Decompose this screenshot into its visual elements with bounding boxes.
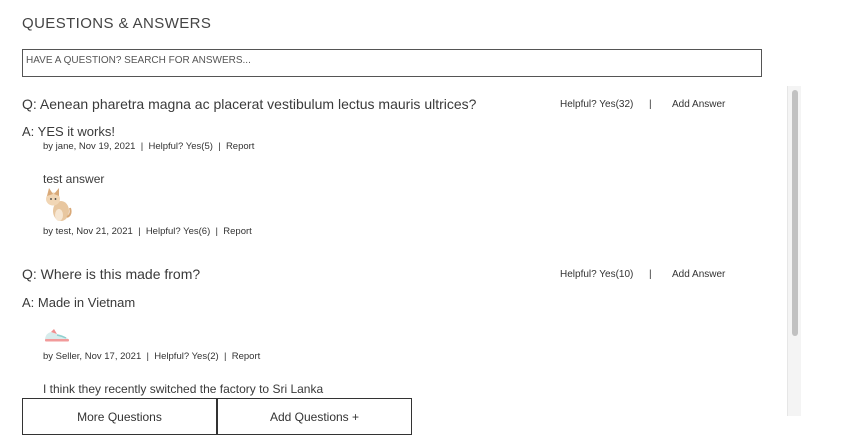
search-box[interactable] <box>22 49 762 80</box>
section-title: QUESTIONS & ANSWERS <box>22 15 212 32</box>
answer-author-date: by jane, Nov 19, 2021 <box>43 141 136 152</box>
question-helpful-button[interactable]: Helpful? Yes(10) <box>560 269 633 280</box>
meta-separator: | <box>215 226 218 237</box>
meta-separator: | <box>138 226 141 237</box>
action-separator: | <box>649 99 652 110</box>
question-row: Q: Aenean pharetra magna ac placerat ves… <box>22 96 792 116</box>
more-questions-button[interactable]: More Questions <box>22 398 217 435</box>
report-link[interactable]: Report <box>226 141 255 152</box>
answer-helpful-button[interactable]: Helpful? Yes(2) <box>154 351 218 362</box>
answer-helpful-button[interactable]: Helpful? Yes(6) <box>146 226 210 237</box>
answer-photo-cat[interactable] <box>43 187 73 223</box>
answer-author-date: by test, Nov 21, 2021 <box>43 226 133 237</box>
answer-author-date: by Seller, Nov 17, 2021 <box>43 351 142 362</box>
add-answer-button[interactable]: Add Answer <box>672 269 725 280</box>
question-actions: Helpful? Yes(32) | Add Answer <box>560 99 725 110</box>
answer-helpful-button[interactable]: Helpful? Yes(5) <box>148 141 212 152</box>
answer-body: I think they recently switched the facto… <box>43 382 324 396</box>
add-question-button[interactable]: Add Questions + <box>217 398 412 435</box>
action-separator: | <box>649 269 652 280</box>
answer-photo-shoe[interactable] <box>43 326 71 344</box>
meta-separator: | <box>140 141 144 152</box>
question-row: Q: Where is this made from? Helpful? Yes… <box>22 266 792 286</box>
scrollbar-thumb[interactable] <box>792 90 798 336</box>
report-link[interactable]: Report <box>223 226 252 237</box>
report-link[interactable]: Report <box>232 351 261 362</box>
question-text: Q: Where is this made from? <box>22 266 201 282</box>
meta-separator: | <box>146 351 149 362</box>
answer-text: A: YES it works! <box>22 124 115 139</box>
questions-list[interactable]: Q: Aenean pharetra magna ac placerat ves… <box>22 88 792 400</box>
answer-meta: by Seller, Nov 17, 2021 | Helpful? Yes(2… <box>43 351 260 362</box>
meta-separator: | <box>218 141 221 152</box>
meta-separator: | <box>223 351 227 362</box>
answer-meta: by test, Nov 21, 2021 | Helpful? Yes(6) … <box>43 226 252 237</box>
answer-text: A: Made in Vietnam <box>22 295 136 310</box>
question-helpful-button[interactable]: Helpful? Yes(32) <box>560 99 633 110</box>
answer-body: test answer <box>43 172 105 186</box>
question-actions: Helpful? Yes(10) | Add Answer <box>560 269 725 280</box>
question-text: Q: Aenean pharetra magna ac placerat ves… <box>22 96 477 112</box>
answer-meta: by jane, Nov 19, 2021 | Helpful? Yes(5) … <box>43 141 254 152</box>
scrollbar[interactable] <box>787 86 801 416</box>
add-answer-button[interactable]: Add Answer <box>672 99 725 110</box>
search-input[interactable] <box>23 53 761 80</box>
